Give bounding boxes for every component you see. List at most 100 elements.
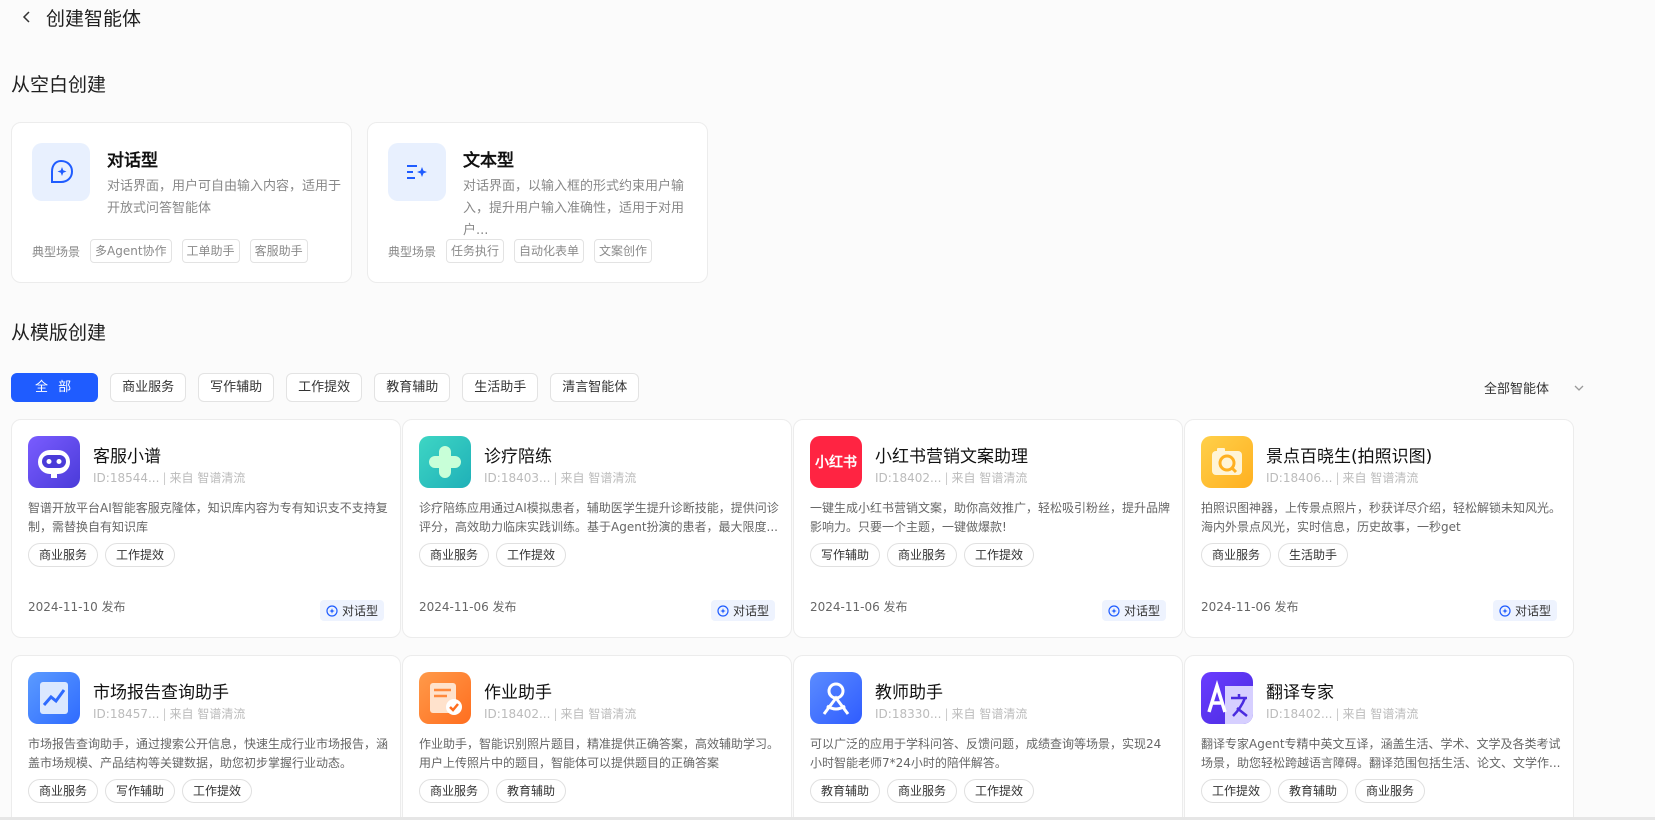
filter-chip-qingyan[interactable]: 清言智能体 — [550, 372, 640, 402]
filter-chip-education[interactable]: 教育辅助 — [374, 372, 451, 402]
typical-scenes: 典型场景 任务执行 自动化表单 文案创作 — [388, 239, 662, 263]
chevron-down-icon — [1574, 385, 1584, 391]
template-section-title: 从模版创建 — [11, 322, 107, 344]
dropdown-value: 全部智能体 — [1483, 382, 1549, 397]
scene-tag: 任务执行 — [446, 239, 505, 263]
card-tag: 工作提效 — [964, 779, 1035, 803]
publish-date: 2024-11-06 发布 — [419, 600, 517, 614]
card-id: ID:18402... — [1266, 707, 1333, 721]
template-card[interactable]: 客服小谱 ID:18544... | 来自 智谱清流 智谱开放平台AI智能客服克隆体… — [11, 419, 401, 638]
card-description: 一键生成小红书营销文案，助你高效推广，轻松吸引粉丝，提升品牌影响力。只要一个主题… — [810, 501, 1170, 534]
template-card[interactable]: 翻译专家 ID:18402... | 来自 智谱清流 翻译专家Agent专精中英文互… — [1184, 655, 1574, 820]
type-badge: 对话型 — [1492, 600, 1557, 621]
card-description: 翻译专家Agent专精中英文互译，涵盖生活、学术、文学及各类考试场景，助您轻松跨… — [1201, 737, 1561, 770]
card-meta: ID:18402... | 来自 智谱清流 — [875, 471, 1028, 485]
card-meta: ID:18457... | 来自 智谱清流 — [93, 707, 246, 721]
template-card[interactable]: 诊疗陪练 ID:18403... | 来自 智谱清流 诊疗陪练应用通过AI模拟患者，… — [402, 419, 792, 638]
card-tags: 写作辅助 商业服务 工作提效 — [810, 543, 1041, 567]
type-badge-label: 对话型 — [732, 604, 769, 618]
blank-section-title: 从空白创建 — [11, 74, 107, 96]
type-card-text[interactable]: 文本型 对话界面，以输入框的形式约束用户输入，提升用户输入准确性，适用于对用户.… — [367, 122, 708, 283]
card-title: 小红书营销文案助理 — [875, 447, 1028, 467]
svg-text:小红书: 小红书 — [815, 454, 857, 471]
card-id: ID:18544... — [93, 471, 160, 485]
card-meta: ID:18330... | 来自 智谱清流 — [875, 707, 1028, 721]
type-badge-label: 对话型 — [341, 604, 378, 618]
card-id: ID:18402... — [484, 707, 551, 721]
card-description: 拍照识图神器，上传景点照片，秒获详尽介绍，轻松解锁未知风光。海内外景点风光，实时… — [1201, 501, 1561, 534]
card-source: 来自 智谱清流 — [169, 471, 246, 485]
homework-icon — [419, 672, 471, 724]
template-card[interactable]: 作业助手 ID:18402... | 来自 智谱清流 作业助手，智能识别照片题目，精… — [402, 655, 792, 820]
card-tags: 教育辅助 商业服务 工作提效 — [810, 779, 1041, 803]
filter-chip-writing[interactable]: 写作辅助 — [198, 372, 275, 402]
type-card-dialog[interactable]: 对话型 对话界面，用户可自由输入内容，适用于开放式问答智能体 典型场景 多Age… — [11, 122, 352, 283]
card-title: 景点百晓生(拍照识图) — [1266, 447, 1433, 467]
card-tag: 工作提效 — [182, 779, 253, 803]
robot-icon — [28, 436, 80, 488]
publish-date: 2024-11-10 发布 — [28, 600, 126, 614]
agent-scope-dropdown[interactable]: 全部智能体 — [1484, 378, 1585, 397]
filter-chip-efficiency[interactable]: 工作提效 — [286, 372, 363, 402]
card-title: 翻译专家 — [1266, 683, 1334, 703]
chart-report-icon — [28, 672, 80, 724]
text-type-icon — [388, 143, 446, 201]
card-title: 市场报告查询助手 — [93, 683, 229, 703]
card-title: 客服小谱 — [93, 447, 161, 467]
card-meta: ID:18403... | 来自 智谱清流 — [484, 471, 637, 485]
page-title: 创建智能体 — [46, 7, 142, 30]
card-tags: 商业服务 工作提效 — [28, 543, 182, 567]
scene-tag: 文案创作 — [594, 239, 653, 263]
card-tags: 商业服务 写作辅助 工作提效 — [28, 779, 259, 803]
card-source: 来自 智谱清流 — [1342, 707, 1419, 721]
card-tags: 商业服务 教育辅助 — [419, 779, 573, 803]
card-tag: 商业服务 — [419, 779, 490, 803]
type-description: 对话界面，用户可自由输入内容，适用于开放式问答智能体 — [107, 179, 342, 216]
card-description: 作业助手，智能识别照片题目，精准提供正确答案，高效辅助学习。用户上传照片中的题目… — [419, 737, 779, 770]
card-title: 作业助手 — [484, 683, 552, 703]
scene-tag: 自动化表单 — [514, 239, 585, 263]
card-meta: ID:18402... | 来自 智谱清流 — [1266, 707, 1419, 721]
teacher-icon — [810, 672, 862, 724]
card-source: 来自 智谱清流 — [560, 707, 637, 721]
type-badge-label: 对话型 — [1514, 604, 1551, 618]
card-tag: 商业服务 — [28, 543, 99, 567]
card-tag: 教育辅助 — [810, 779, 881, 803]
typical-scenes: 典型场景 多Agent协作 工单助手 客服助手 — [32, 239, 318, 263]
translate-icon — [1201, 672, 1253, 724]
template-card[interactable]: 小红书 小红书营销文案助理 ID:18402... | 来自 智谱清流 一键生成小红… — [793, 419, 1183, 638]
card-tag: 写作辅助 — [105, 779, 176, 803]
card-tags: 工作提效 教育辅助 商业服务 — [1201, 779, 1432, 803]
card-tag: 教育辅助 — [1278, 779, 1349, 803]
header: 创建智能体 — [18, 2, 141, 32]
scene-tag: 多Agent协作 — [90, 239, 172, 263]
filter-bar: 全 部 商业服务 写作辅助 工作提效 教育辅助 生活助手 清言智能体 — [11, 372, 651, 402]
card-title: 诊疗陪练 — [484, 447, 552, 467]
xiaohongshu-icon: 小红书 — [810, 436, 862, 488]
medical-cross-icon — [419, 436, 471, 488]
filter-chip-business[interactable]: 商业服务 — [110, 372, 187, 402]
card-tags: 商业服务 工作提效 — [419, 543, 573, 567]
card-tag: 教育辅助 — [496, 779, 567, 803]
publish-date: 2024-11-06 发布 — [1201, 600, 1299, 614]
card-source: 来自 智谱清流 — [169, 707, 246, 721]
back-button[interactable] — [18, 8, 36, 26]
card-tag: 商业服务 — [419, 543, 490, 567]
filter-chip-all[interactable]: 全 部 — [11, 372, 99, 402]
card-description: 诊疗陪练应用通过AI模拟患者，辅助医学生提升诊断技能，提供问诊评分，高效助力临床… — [419, 501, 779, 534]
template-card[interactable]: 景点百晓生(拍照识图) ID:18406... | 来自 智谱清流 拍照识图神器，上… — [1184, 419, 1574, 638]
type-badge: 对话型 — [319, 600, 384, 621]
template-card[interactable]: 市场报告查询助手 ID:18457... | 来自 智谱清流 市场报告查询助手，通过… — [11, 655, 401, 820]
card-id: ID:18402... — [875, 471, 942, 485]
dialog-type-icon — [32, 143, 90, 201]
card-tag: 工作提效 — [964, 543, 1035, 567]
card-tag: 商业服务 — [887, 779, 958, 803]
card-source: 来自 智谱清流 — [951, 707, 1028, 721]
scene-tag: 客服助手 — [249, 239, 308, 263]
card-title: 教师助手 — [875, 683, 943, 703]
filter-chip-life[interactable]: 生活助手 — [462, 372, 539, 402]
scene-tag: 工单助手 — [181, 239, 240, 263]
card-meta: ID:18544... | 来自 智谱清流 — [93, 471, 246, 485]
template-card[interactable]: 教师助手 ID:18330... | 来自 智谱清流 可以广泛的应用于学科问答、反馈… — [793, 655, 1183, 820]
type-badge-label: 对话型 — [1123, 604, 1160, 618]
